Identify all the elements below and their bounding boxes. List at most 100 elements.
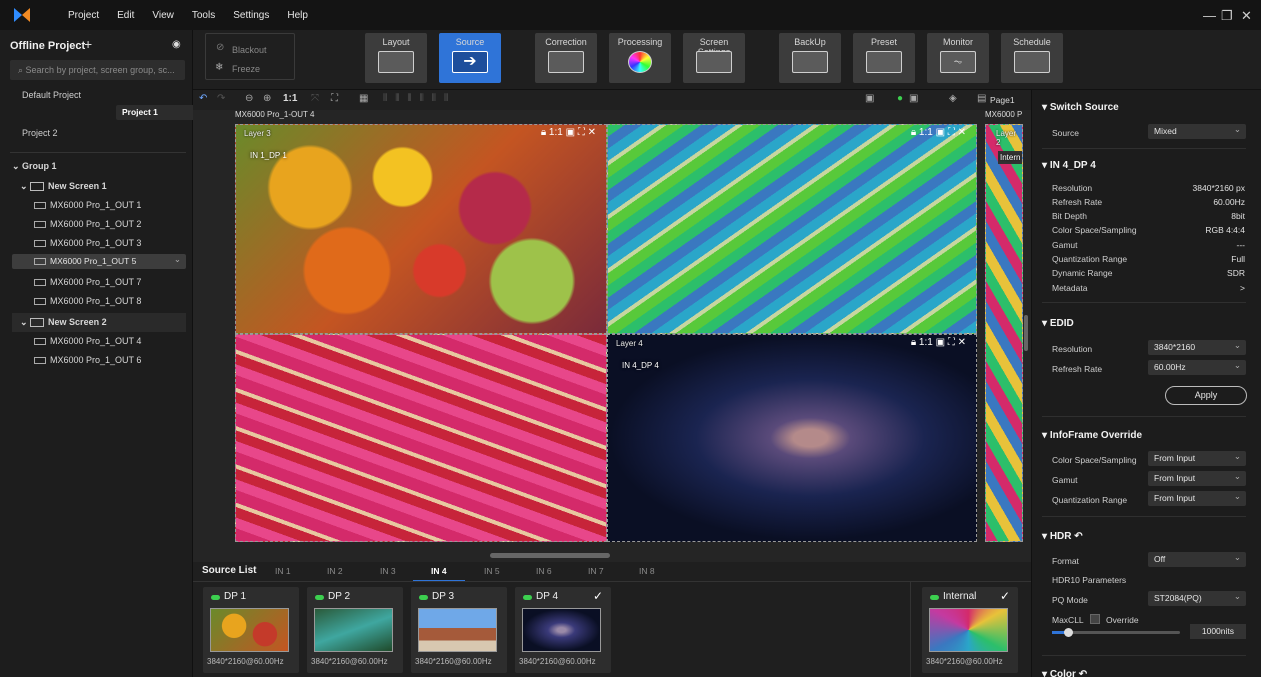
output-item[interactable]: MX6000 Pro_1_OUT 3 (34, 234, 141, 253)
if-select[interactable]: From Input (1148, 489, 1246, 506)
output-item[interactable]: MX6000 Pro_1_OUT 7 (34, 273, 141, 292)
tab-in6[interactable]: IN 6 (536, 566, 552, 576)
schedule-button[interactable]: Schedule (1001, 33, 1063, 83)
monitor-toggle-icon[interactable]: ● (897, 93, 909, 105)
blackout-button[interactable]: Blackout (232, 45, 267, 55)
layers-icon[interactable]: ◈ (949, 93, 961, 105)
layer-3[interactable]: Layer 3 IN 1_DP 1 🔒︎ 1:1 ▣ ⛶ ✕ (235, 124, 607, 334)
output-item[interactable]: MX6000 Pro_1_OUT 6 (34, 351, 141, 370)
output-item[interactable]: MX6000 Pro_1_OUT 8 (34, 292, 141, 311)
menu-tools[interactable]: Tools (192, 10, 215, 21)
format-select[interactable]: Off (1148, 550, 1246, 567)
color-heading[interactable]: ▾ Color ↶ (1042, 669, 1087, 677)
project-item-default[interactable]: Default Project (12, 86, 190, 105)
horizontal-scrollbar[interactable] (490, 553, 610, 558)
screen-icon[interactable]: ▣ (909, 93, 921, 105)
slider-thumb[interactable] (1064, 628, 1073, 637)
output-item[interactable]: MX6000 Pro_1_OUT 1 (34, 196, 141, 215)
if-select[interactable]: From Input (1148, 469, 1246, 486)
undo-icon[interactable]: ↶ (199, 93, 211, 105)
correction-label: Correction (545, 37, 587, 47)
apply-button[interactable]: Apply (1165, 386, 1247, 405)
tab-in7[interactable]: IN 7 (588, 566, 604, 576)
freeze-icon[interactable]: ❄ (215, 62, 223, 73)
search-input[interactable]: ⌕ Search by project, screen group, sc... (10, 60, 185, 80)
tab-in3[interactable]: IN 3 (380, 566, 396, 576)
blackout-icon[interactable]: ⊘ (216, 42, 224, 53)
source-select[interactable]: Mixed (1148, 122, 1246, 139)
source-card-dp2[interactable]: DP 2 3840*2160@60.00Hz (307, 587, 403, 673)
view-icon[interactable]: ▣ (865, 93, 877, 105)
menu-help[interactable]: Help (287, 10, 308, 21)
menu-project[interactable]: Project (68, 10, 99, 21)
edid-resolution-select[interactable]: 3840*2160 (1148, 338, 1246, 355)
if-select[interactable]: From Input (1148, 449, 1246, 466)
tab-in5[interactable]: IN 5 (484, 566, 500, 576)
freeze-button[interactable]: Freeze (232, 64, 260, 74)
preset-icon (866, 51, 902, 73)
output-item[interactable]: MX6000 Pro_1_OUT 2 (34, 215, 141, 234)
tab-in2[interactable]: IN 2 (327, 566, 343, 576)
output-item-selected[interactable]: MX6000 Pro_1_OUT 5 (12, 252, 186, 269)
tab-in4[interactable]: IN 4 (431, 566, 447, 576)
layer-4[interactable]: Layer 4 IN 4_DP 4 🔒︎ 1:1 ▣ ⛶ ✕ (607, 334, 977, 542)
preset-button[interactable]: Preset (853, 33, 915, 83)
add-project-icon[interactable]: + (84, 36, 92, 52)
processing-button[interactable]: Processing (609, 33, 671, 83)
tab-in1[interactable]: IN 1 (275, 566, 291, 576)
page-icon[interactable]: ▤ (977, 93, 989, 105)
screen-settings-button[interactable]: Screen Settings (683, 33, 745, 83)
correction-button[interactable]: Correction (535, 33, 597, 83)
grid-icon[interactable]: ▦ (359, 93, 371, 105)
frame-icon[interactable]: ⛶ (331, 93, 343, 105)
source-card-internal[interactable]: Internal ✓ 3840*2160@60.00Hz (922, 587, 1018, 673)
source-button[interactable]: Source ➔ (439, 33, 501, 83)
override-checkbox[interactable] (1090, 614, 1100, 624)
monitor-button[interactable]: Monitor ⏦ (927, 33, 989, 83)
nits-input[interactable]: 1000nits (1190, 624, 1246, 639)
hdr-heading[interactable]: ▾ HDR ↶ (1042, 531, 1083, 542)
edid-heading[interactable]: ▾ EDID (1042, 318, 1074, 329)
reset-icon[interactable]: ↶ (1079, 669, 1087, 677)
source-card-dp4[interactable]: DP 4 ✓ 3840*2160@60.00Hz (515, 587, 611, 673)
eye-icon[interactable]: ◉ (172, 39, 181, 50)
group-1[interactable]: ⌄ Group 1 (12, 157, 57, 176)
source-card-dp1[interactable]: DP 1 3840*2160@60.00Hz (203, 587, 299, 673)
edid-rate-select[interactable]: 60.00Hz (1148, 358, 1246, 375)
layer-controls[interactable]: 🔒︎ 1:1 ▣ ⛶ ✕ (911, 127, 966, 138)
vertical-scrollbar[interactable] (1024, 315, 1028, 351)
menu-edit[interactable]: Edit (117, 10, 134, 21)
layer-1[interactable]: 🔒︎ 1:1 ▣ ⛶ ✕ (607, 124, 977, 334)
layer-controls[interactable]: 🔒︎ 1:1 ▣ ⛶ ✕ (911, 337, 966, 348)
layer-2[interactable]: Layer 2 Intern (985, 124, 1023, 542)
tab-in8[interactable]: IN 8 (639, 566, 655, 576)
minimize-icon[interactable]: — (1203, 8, 1216, 23)
menu-settings[interactable]: Settings (233, 10, 269, 21)
layer-pink[interactable] (235, 334, 607, 542)
fit-icon[interactable]: ⤧ (311, 93, 323, 105)
screen-new-2[interactable]: ⌄ New Screen 2 (12, 313, 186, 332)
metadata-chevron-icon[interactable]: > (1240, 283, 1245, 293)
screen-new-1[interactable]: ⌄ New Screen 1 (20, 177, 107, 196)
pq-mode-select[interactable]: ST2084(PQ) (1148, 589, 1246, 606)
reset-icon[interactable]: ↶ (1074, 531, 1082, 542)
close-icon[interactable]: ✕ (1241, 8, 1252, 24)
redo-icon[interactable]: ↷ (217, 93, 229, 105)
switch-source-heading[interactable]: ▾ Switch Source (1042, 102, 1119, 113)
maxcll-slider[interactable] (1052, 628, 1180, 637)
project-item-2[interactable]: Project 2 (12, 124, 190, 143)
zoom-ratio[interactable]: 1:1 (283, 93, 303, 105)
zoom-out-icon[interactable]: ⊖ (245, 93, 257, 105)
restore-icon[interactable]: ❐ (1221, 8, 1233, 24)
output-item[interactable]: MX6000 Pro_1_OUT 4 (34, 332, 141, 351)
page-select[interactable]: Page1 (990, 95, 1015, 105)
layer-controls[interactable]: 🔒︎ 1:1 ▣ ⛶ ✕ (541, 127, 596, 138)
backup-button[interactable]: BackUp (779, 33, 841, 83)
input-heading[interactable]: ▾ IN 4_DP 4 (1042, 160, 1096, 171)
menu-view[interactable]: View (152, 10, 174, 21)
layout-button[interactable]: Layout (365, 33, 427, 83)
infoframe-heading[interactable]: ▾ InfoFrame Override (1042, 430, 1142, 441)
source-card-dp3[interactable]: DP 3 3840*2160@60.00Hz (411, 587, 507, 673)
zoom-in-icon[interactable]: ⊕ (263, 93, 275, 105)
align-icons[interactable]: ⫴⫴⫴⫴⫴⫴ (383, 93, 493, 105)
